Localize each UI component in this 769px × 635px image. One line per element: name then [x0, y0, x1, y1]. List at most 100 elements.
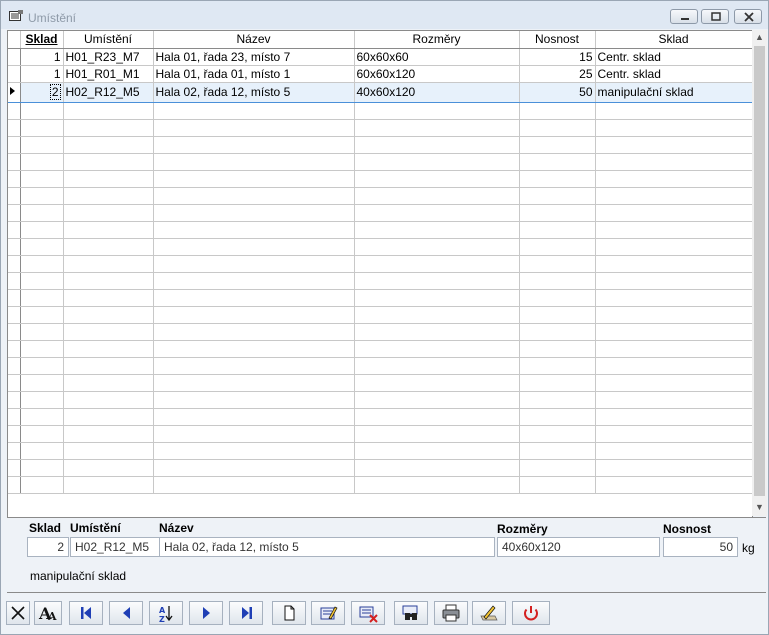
empty-cell[interactable] — [153, 340, 355, 358]
column-header-nosnost[interactable]: Nosnost — [519, 31, 596, 49]
empty-cell[interactable] — [595, 272, 752, 290]
row-indicator[interactable] — [8, 238, 21, 256]
delete-record-button[interactable] — [351, 601, 385, 625]
empty-cell[interactable] — [595, 357, 752, 375]
empty-cell[interactable] — [595, 170, 752, 188]
empty-cell[interactable] — [354, 442, 520, 460]
empty-cell[interactable] — [354, 119, 520, 137]
table-row[interactable]: 1 H01_R01_M1 Hala 01, řada 01, místo 1 6… — [8, 65, 752, 83]
empty-cell[interactable] — [63, 306, 154, 324]
row-indicator[interactable] — [8, 136, 21, 154]
empty-cell[interactable] — [153, 306, 355, 324]
empty-cell[interactable] — [63, 374, 154, 392]
empty-cell[interactable] — [153, 221, 355, 239]
column-header-sklad[interactable]: Sklad — [20, 31, 64, 49]
cell-umisteni[interactable]: H01_R23_M7 — [63, 48, 154, 66]
empty-cell[interactable] — [519, 408, 596, 426]
empty-cell[interactable] — [595, 374, 752, 392]
empty-cell[interactable] — [153, 119, 355, 137]
empty-cell[interactable] — [519, 323, 596, 341]
empty-cell[interactable] — [595, 425, 752, 443]
empty-row[interactable] — [8, 408, 752, 426]
row-indicator[interactable] — [8, 187, 21, 205]
empty-cell[interactable] — [153, 170, 355, 188]
empty-cell[interactable] — [153, 255, 355, 273]
row-indicator[interactable] — [8, 323, 21, 341]
empty-cell[interactable] — [354, 289, 520, 307]
empty-cell[interactable] — [63, 119, 154, 137]
empty-row[interactable] — [8, 136, 752, 154]
empty-cell[interactable] — [20, 102, 64, 120]
empty-cell[interactable] — [595, 136, 752, 154]
focused-cell[interactable]: 2 — [49, 84, 61, 100]
row-indicator[interactable] — [8, 442, 21, 460]
empty-cell[interactable] — [519, 119, 596, 137]
empty-cell[interactable] — [519, 340, 596, 358]
empty-cell[interactable] — [595, 238, 752, 256]
empty-row[interactable] — [8, 442, 752, 460]
empty-cell[interactable] — [595, 102, 752, 120]
row-indicator[interactable] — [8, 204, 21, 222]
empty-cell[interactable] — [595, 391, 752, 409]
row-indicator[interactable] — [8, 357, 21, 375]
empty-cell[interactable] — [153, 102, 355, 120]
empty-cell[interactable] — [20, 459, 64, 477]
row-indicator[interactable] — [8, 306, 21, 324]
empty-cell[interactable] — [595, 221, 752, 239]
empty-row[interactable] — [8, 238, 752, 256]
column-header-rozmery[interactable]: Rozměry — [354, 31, 520, 49]
empty-row[interactable] — [8, 204, 752, 222]
empty-cell[interactable] — [153, 136, 355, 154]
cell-sklad-name[interactable]: Centr. sklad — [595, 65, 752, 83]
row-indicator[interactable] — [8, 476, 21, 494]
empty-cell[interactable] — [20, 374, 64, 392]
cell-sklad[interactable]: 1 — [20, 48, 64, 66]
nosnost-field[interactable]: 50 — [663, 537, 738, 557]
empty-cell[interactable] — [354, 170, 520, 188]
empty-cell[interactable] — [153, 442, 355, 460]
empty-cell[interactable] — [354, 476, 520, 494]
nazev-field[interactable]: Hala 02, řada 12, místo 5 — [159, 537, 495, 557]
vertical-scrollbar[interactable]: ▲ ▼ — [752, 30, 767, 516]
empty-row[interactable] — [8, 391, 752, 409]
sort-button[interactable]: A Z — [149, 601, 183, 625]
table-row[interactable]: 1 H01_R23_M7 Hala 01, řada 23, místo 7 6… — [8, 48, 752, 66]
empty-cell[interactable] — [153, 391, 355, 409]
empty-cell[interactable] — [595, 408, 752, 426]
empty-row[interactable] — [8, 170, 752, 188]
cell-rozmery[interactable]: 40x60x120 — [354, 81, 520, 103]
empty-cell[interactable] — [519, 374, 596, 392]
cell-umisteni[interactable]: H02_R12_M5 — [63, 81, 154, 103]
empty-cell[interactable] — [63, 272, 154, 290]
empty-cell[interactable] — [519, 442, 596, 460]
empty-cell[interactable] — [20, 272, 64, 290]
cell-rozmery[interactable]: 60x60x60 — [354, 48, 520, 66]
empty-cell[interactable] — [354, 391, 520, 409]
empty-row[interactable] — [8, 119, 752, 137]
empty-cell[interactable] — [519, 102, 596, 120]
empty-cell[interactable] — [354, 323, 520, 341]
empty-row[interactable] — [8, 289, 752, 307]
cell-nosnost[interactable]: 25 — [519, 65, 596, 83]
empty-row[interactable] — [8, 323, 752, 341]
row-indicator[interactable] — [8, 391, 21, 409]
empty-cell[interactable] — [20, 238, 64, 256]
empty-row[interactable] — [8, 425, 752, 443]
cell-nazev[interactable]: Hala 01, řada 01, místo 1 — [153, 65, 355, 83]
empty-row[interactable] — [8, 255, 752, 273]
empty-row[interactable] — [8, 221, 752, 239]
scrollbar-thumb[interactable] — [754, 46, 765, 496]
empty-cell[interactable] — [519, 255, 596, 273]
row-indicator[interactable] — [8, 425, 21, 443]
empty-cell[interactable] — [20, 221, 64, 239]
empty-cell[interactable] — [20, 476, 64, 494]
empty-row[interactable] — [8, 357, 752, 375]
empty-cell[interactable] — [153, 238, 355, 256]
print-button[interactable] — [434, 601, 468, 625]
empty-cell[interactable] — [519, 204, 596, 222]
column-header-umisteni[interactable]: Umístění — [63, 31, 154, 49]
empty-cell[interactable] — [519, 357, 596, 375]
empty-row[interactable] — [8, 306, 752, 324]
empty-cell[interactable] — [595, 255, 752, 273]
empty-cell[interactable] — [153, 153, 355, 171]
